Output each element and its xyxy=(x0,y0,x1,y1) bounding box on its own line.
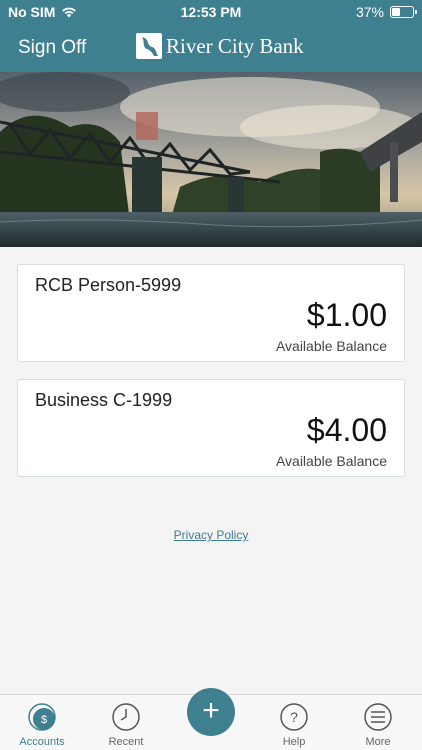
status-bar: No SIM 12:53 PM 37% xyxy=(0,0,422,24)
plus-icon: + xyxy=(202,694,220,727)
hero-image xyxy=(0,72,422,247)
bank-name: River City Bank xyxy=(166,33,304,58)
account-balance: $4.00 xyxy=(306,412,387,448)
tab-more-label: More xyxy=(365,736,391,748)
question-icon: ? xyxy=(280,703,308,731)
svg-text:?: ? xyxy=(290,709,298,725)
account-card[interactable]: Business C-1999 $4.00 Available Balance xyxy=(17,379,405,477)
tab-help[interactable]: ? Help xyxy=(252,695,336,750)
battery-icon xyxy=(390,6,417,18)
tab-help-label: Help xyxy=(282,736,306,748)
dollar-icon: $ xyxy=(28,703,56,731)
tab-recent-label: Recent xyxy=(108,736,144,748)
balance-label: Available Balance xyxy=(275,338,387,354)
balance-label: Available Balance xyxy=(275,453,387,469)
menu-icon xyxy=(364,703,392,731)
sign-off-button[interactable]: Sign Off xyxy=(18,37,86,59)
privacy-policy-link[interactable]: Privacy Policy xyxy=(0,528,422,542)
bank-logo-mark xyxy=(136,33,162,59)
svg-text:$: $ xyxy=(41,714,47,726)
account-card[interactable]: RCB Person-5999 $1.00 Available Balance xyxy=(17,264,405,362)
tab-accounts-label: Accounts xyxy=(19,736,65,748)
clock-icon xyxy=(112,703,140,731)
tab-recent[interactable]: Recent xyxy=(84,695,168,750)
app-header: No SIM 12:53 PM 37% Sign Off River City … xyxy=(0,0,422,72)
tab-accounts[interactable]: $ Accounts xyxy=(0,695,84,750)
add-button[interactable]: + xyxy=(187,688,235,736)
tab-more[interactable]: More xyxy=(336,695,420,750)
bank-logo: River City Bank xyxy=(136,33,304,59)
battery-percent: 37% xyxy=(355,4,384,20)
account-name: Business C-1999 xyxy=(35,390,173,410)
account-balance: $1.00 xyxy=(306,297,387,333)
account-name: RCB Person-5999 xyxy=(35,275,182,295)
